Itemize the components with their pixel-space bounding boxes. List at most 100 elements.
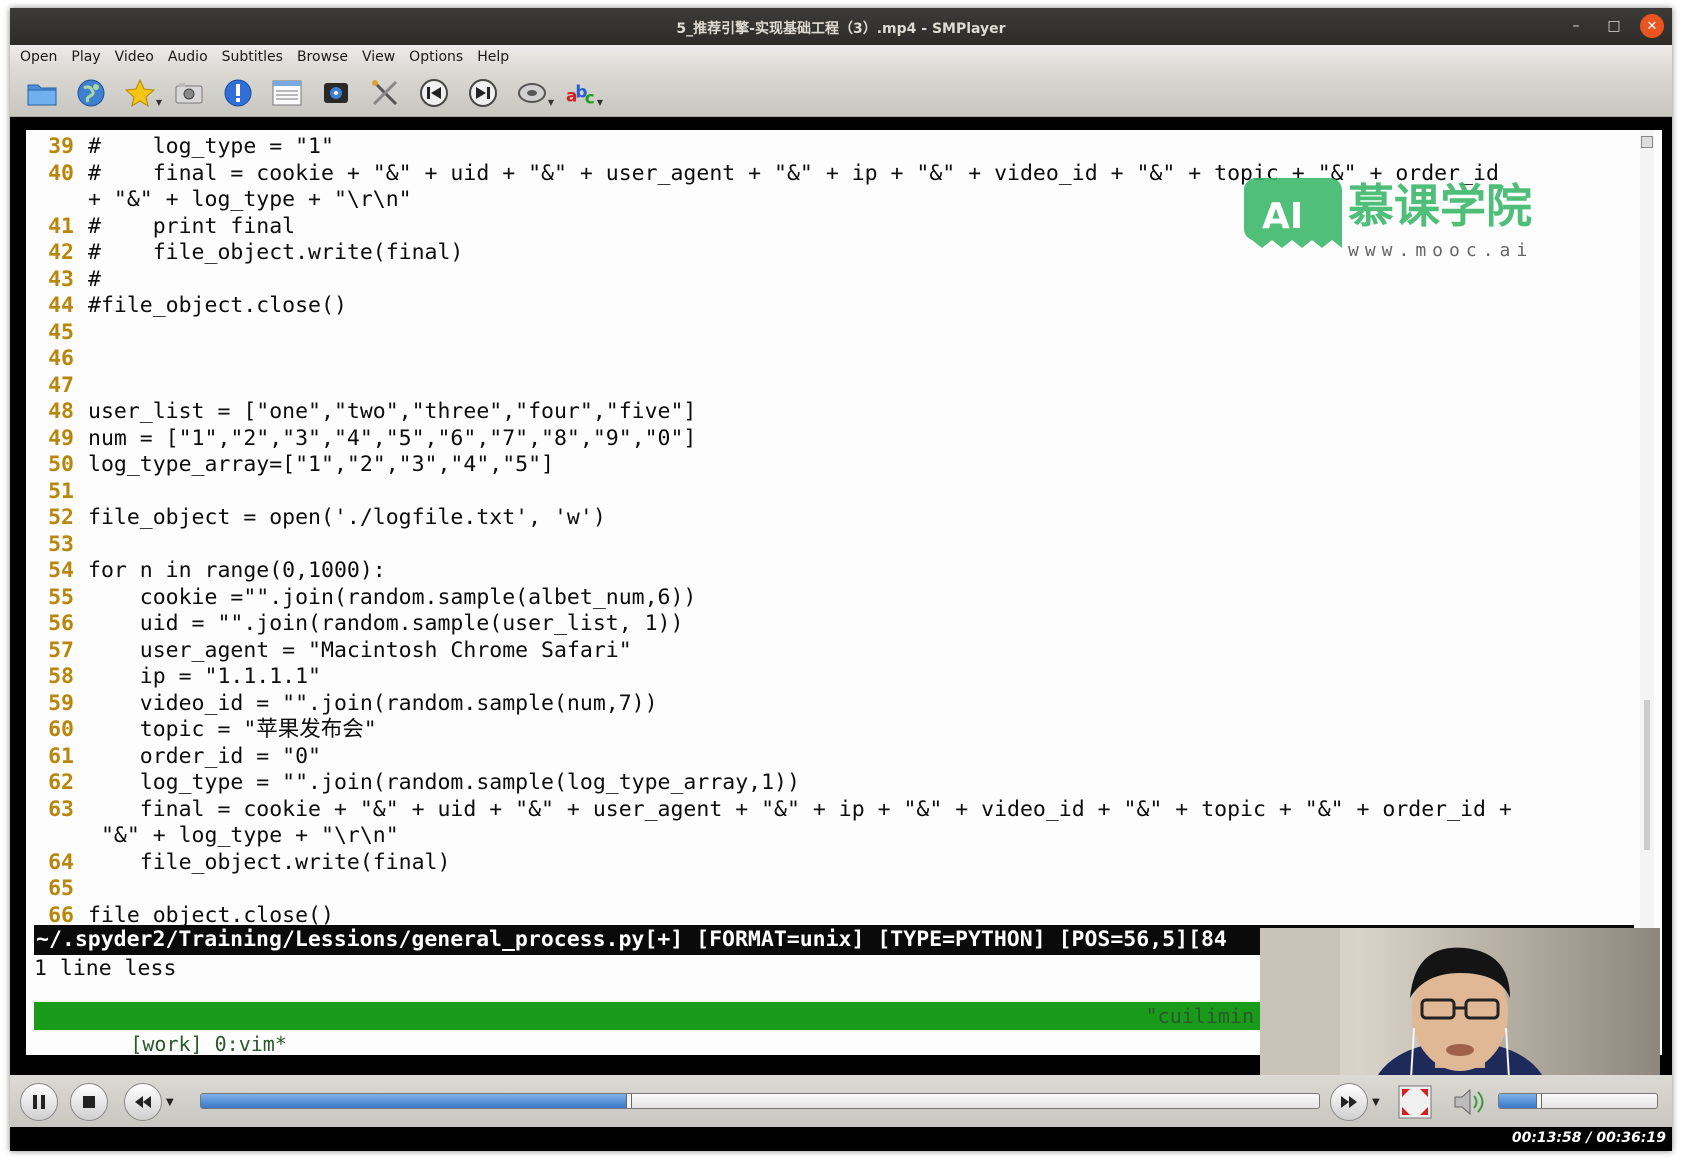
code-text: video_id = "".join(random.sample(num,7)) [88,690,658,716]
code-line: 62 log_type = "".join(random.sample(log_… [26,770,1636,797]
code-line: 59 video_id = "".join(random.sample(num,… [26,691,1636,718]
watermark-logo-text: AI [1262,196,1303,237]
line-number [26,823,88,850]
disc-icon[interactable]: ▼ [516,77,554,109]
folder-icon[interactable] [26,77,58,109]
code-text: log_type = "".join(random.sample(log_typ… [88,770,800,795]
code-line: 49 num = ["1","2","3","4","5","6","7","8"… [26,426,1636,453]
code-line: 52 file_object = open('./logfile.txt', 'w… [26,505,1636,532]
code-text: ip = "1.1.1.1" [88,664,321,689]
stop-icon [83,1096,95,1108]
volume-handle[interactable] [1535,1094,1542,1108]
tmux-window-list: [work] 0:vim* [130,1032,287,1055]
mooc-watermark: AI 慕课学院 www.mooc.ai [1236,168,1546,268]
code-line: 39 # log_type = "1" [26,134,1636,161]
minimize-button[interactable]: – [1564,14,1588,38]
menu-help[interactable]: Help [477,49,509,65]
forward-icon [1341,1096,1357,1108]
next-icon[interactable] [467,77,499,109]
maximize-button[interactable]: □ [1602,14,1626,38]
line-number: 65 [48,876,74,901]
code-line: 61 order_id = "0" [26,744,1636,771]
rewind-button[interactable] [124,1083,162,1121]
menu-open[interactable]: Open [20,49,57,65]
tools-icon[interactable] [369,77,401,109]
line-number: 52 [48,505,74,530]
menu-audio[interactable]: Audio [168,49,208,65]
code-text: final = cookie + "&" + uid + "&" + user_… [88,796,1512,822]
line-number: 63 [48,796,74,822]
line-number: 58 [48,664,74,689]
code-text: # [88,266,101,292]
code-line: 50 log_type_array=["1","2","3","4","5"] [26,452,1636,479]
code-line: 55 cookie ="".join(random.sample(albet_n… [26,585,1636,612]
pause-button[interactable] [20,1083,58,1121]
time-display: 00:13:58 / 00:36:19 [1511,1130,1666,1146]
line-number: 55 [48,584,74,610]
code-text: uid = "".join(random.sample(user_list, 1… [88,611,684,636]
code-text: cookie ="".join(random.sample(albet_num,… [88,584,697,610]
stop-button[interactable] [70,1083,108,1121]
code-text: user_list = ["one","two","three","four",… [88,399,697,424]
forward-dropdown-icon[interactable]: ▼ [1372,1097,1380,1108]
code-line: 53 [26,532,1636,559]
code-text: file_object = open('./logfile.txt', 'w') [88,505,606,530]
mute-button[interactable] [1452,1085,1488,1119]
line-number [26,187,88,214]
line-number: 54 [48,558,74,583]
line-number: 48 [48,399,74,424]
code-text: for n in range(0,1000): [88,558,386,583]
code-text: log_type_array=["1","2","3","4","5"] [88,452,554,477]
favorites-star-icon[interactable]: ▼ [124,77,162,109]
video-settings-icon[interactable] [320,77,352,109]
code-line: 46 [26,346,1636,373]
menu-subtitles[interactable]: Subtitles [222,49,283,65]
code-line: 56 uid = "".join(random.sample(user_list… [26,611,1636,638]
screenshot-camera-icon[interactable] [173,77,205,109]
previous-icon[interactable] [418,77,450,109]
terminal-screen: 39 # log_type = "1" 40 # final = cookie + "… [26,130,1662,1055]
menu-play[interactable]: Play [71,49,100,65]
code-line: 48 user_list = ["one","two","three","four… [26,399,1636,426]
volume-slider[interactable] [1498,1093,1658,1109]
globe-icon[interactable] [75,77,107,109]
seek-bar[interactable] [200,1093,1320,1109]
volume-speaker-icon [1454,1088,1484,1116]
code-text: # log_type = "1" [88,134,334,159]
line-number: 40 [48,160,74,186]
info-icon[interactable] [222,77,254,109]
line-number: 45 [48,319,74,345]
line-number: 53 [48,531,74,557]
video-area[interactable]: 39 # log_type = "1" 40 # final = cookie + "… [10,118,1672,1095]
line-number: 50 [48,452,74,477]
code-line: 54 for n in range(0,1000): [26,558,1636,585]
playlist-icon[interactable] [271,77,303,109]
subtitles-abc-icon[interactable]: abc ▼ [565,77,603,109]
code-line: 63 final = cookie + "&" + uid + "&" + us… [26,797,1636,824]
line-number: 60 [48,717,74,742]
code-text: topic = "苹果发布会" [88,717,377,742]
line-number: 39 [48,134,74,159]
rewind-dropdown-icon[interactable]: ▼ [166,1097,174,1108]
code-text: # print final [88,213,296,239]
code-line: 58 ip = "1.1.1.1" [26,664,1636,691]
seek-handle[interactable] [626,1094,633,1108]
title-bar: 5_推荐引擎-实现基础工程（3）.mp4 - SMPlayer – □ ✕ [10,8,1672,45]
menu-options[interactable]: Options [409,49,463,65]
toolbar: ▼ ▼ abc ▼ [10,69,1672,117]
line-number: 46 [48,346,74,371]
code-line: 57 user_agent = "Macintosh Chrome Safari… [26,638,1636,665]
pause-icon [33,1095,45,1109]
menu-browse[interactable]: Browse [297,49,348,65]
code-text: "&" + log_type + "\r\n" [88,823,399,848]
terminal-scrollbar [1640,130,1654,1055]
tmux-host-label: "cuilimin [1145,1004,1254,1028]
close-button[interactable]: ✕ [1640,14,1664,38]
fullscreen-button[interactable] [1398,1085,1432,1119]
menu-view[interactable]: View [362,49,395,65]
menu-video[interactable]: Video [115,49,154,65]
window-title: 5_推荐引擎-实现基础工程（3）.mp4 - SMPlayer [676,21,1006,37]
svg-text:c: c [585,87,595,107]
watermark-brand-text: 慕课学院 [1348,179,1532,233]
forward-button[interactable] [1330,1083,1368,1121]
